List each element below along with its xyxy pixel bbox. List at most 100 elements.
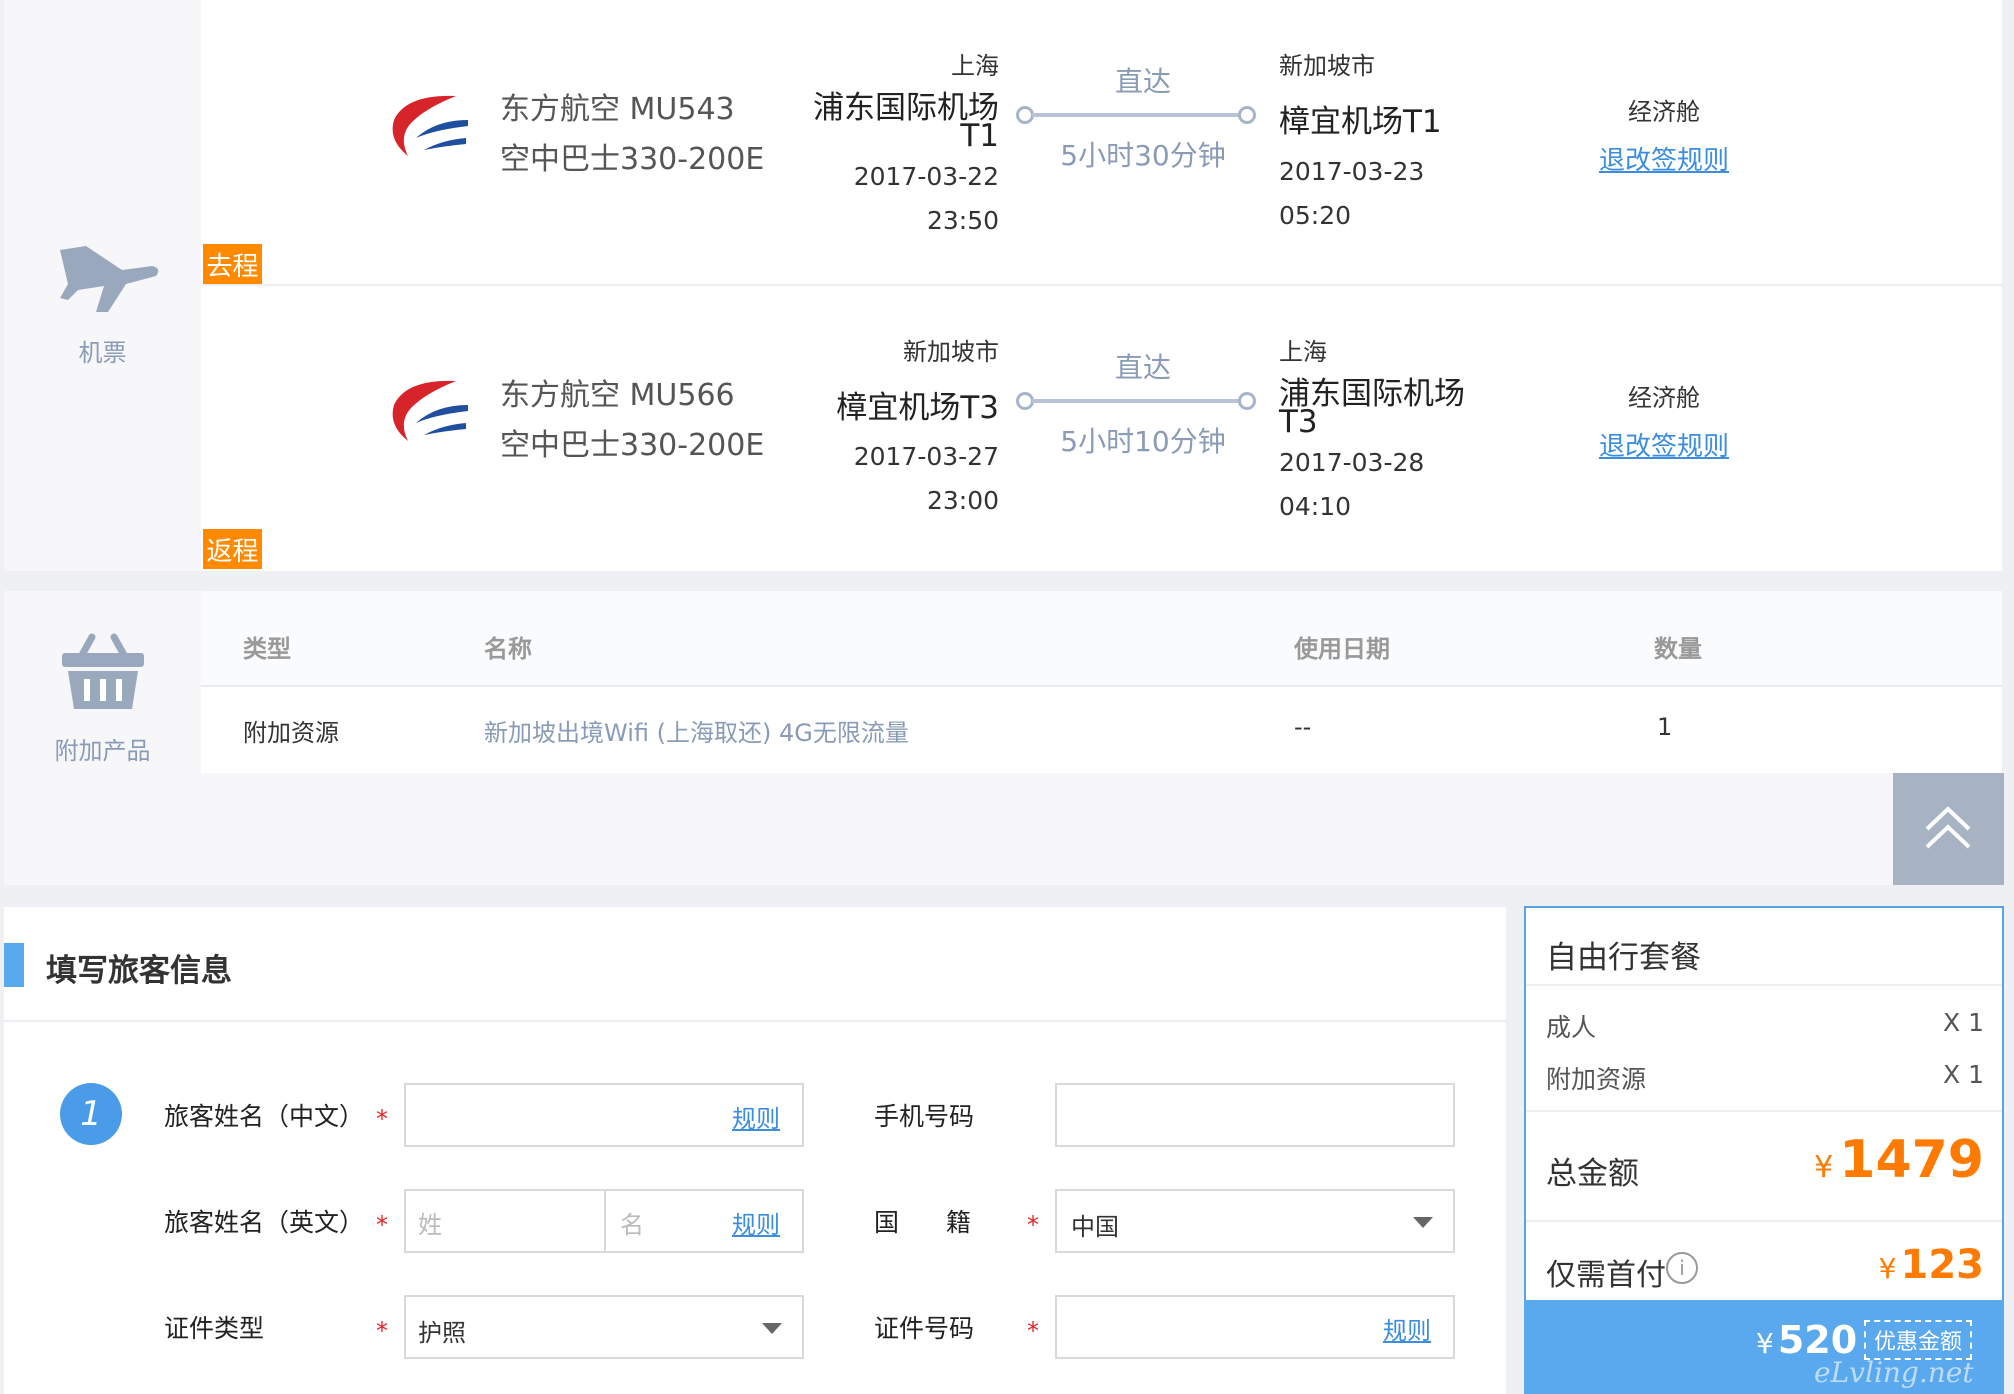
departure-date: 2017-03-27 bbox=[853, 442, 999, 471]
flights-sidebar: 机票 bbox=[4, 0, 201, 571]
summary-divider bbox=[1526, 984, 2002, 986]
addon-type: 附加资源 bbox=[243, 719, 339, 747]
addon-panel: 附加产品 类型 名称 使用日期 数量 附加资源 新加坡出境Wifi (上海取还)… bbox=[4, 591, 2002, 773]
refund-rules-link[interactable]: 退改签规则 bbox=[1560, 140, 1768, 177]
back-to-top-button[interactable] bbox=[1893, 773, 2004, 885]
given-name-placeholder: 名 bbox=[620, 1211, 644, 1239]
col-qty: 数量 bbox=[1654, 635, 1702, 663]
route-end-dot bbox=[1238, 392, 1256, 410]
traveler-index-badge: 1 bbox=[60, 1083, 122, 1145]
flight-duration: 5小时10分钟 bbox=[1060, 425, 1226, 458]
double-chevron-up-icon bbox=[1925, 806, 1971, 849]
phone-label: 手机号码 bbox=[874, 1102, 975, 1131]
given-name-input[interactable]: 名 规则 bbox=[604, 1189, 804, 1253]
flight-duration: 5小时30分钟 bbox=[1060, 139, 1226, 172]
id-number-rule-link[interactable]: 规则 bbox=[1383, 1311, 1431, 1346]
arrival-time: 04:10 bbox=[1279, 492, 1352, 521]
required-mark: * bbox=[376, 1317, 388, 1345]
id-type-value: 护照 bbox=[418, 1319, 466, 1347]
info-icon[interactable]: i bbox=[1666, 1252, 1698, 1284]
arrival-time: 05:20 bbox=[1279, 201, 1352, 230]
chevron-down-icon bbox=[1413, 1217, 1433, 1228]
departure-terminal: T1 bbox=[960, 118, 999, 154]
addon-qty: 1 bbox=[1657, 713, 1673, 741]
departure-time: 23:50 bbox=[926, 206, 999, 235]
arrival-date: 2017-03-23 bbox=[1279, 157, 1425, 186]
required-mark: * bbox=[1027, 1317, 1039, 1345]
leg-divider bbox=[201, 284, 2002, 286]
addon-label: 附加产品 bbox=[54, 737, 151, 765]
stop-type: 直达 bbox=[1114, 65, 1171, 98]
total-value: 1479 bbox=[1839, 1130, 1984, 1190]
china-eastern-logo-icon bbox=[392, 380, 468, 441]
surname-input[interactable]: 姓 bbox=[404, 1189, 606, 1253]
outbound-tag: 去程 bbox=[203, 244, 262, 284]
phone-input[interactable] bbox=[1055, 1083, 1455, 1147]
flights-label: 机票 bbox=[78, 339, 127, 367]
return-tag: 返程 bbox=[203, 529, 262, 569]
china-eastern-logo-icon bbox=[392, 95, 468, 156]
form-title: 填写旅客信息 bbox=[46, 953, 232, 989]
currency-symbol: ¥ bbox=[1878, 1252, 1897, 1285]
col-name: 名称 bbox=[484, 635, 532, 663]
traveler-form: 填写旅客信息 1 旅客姓名（中文） * 规则 手机号码 旅客姓名（英文） * 姓… bbox=[4, 907, 1506, 1394]
name-en-label: 旅客姓名（英文） bbox=[164, 1208, 365, 1237]
id-type-label: 证件类型 bbox=[164, 1314, 265, 1343]
name-en-rule-link[interactable]: 规则 bbox=[732, 1205, 780, 1240]
required-mark: * bbox=[1027, 1211, 1039, 1239]
basket-icon bbox=[62, 633, 144, 709]
currency-symbol: ¥ bbox=[1814, 1150, 1834, 1185]
id-type-select[interactable]: 护照 bbox=[404, 1295, 804, 1359]
currency-symbol: ¥ bbox=[1756, 1327, 1774, 1360]
adult-qty: X 1 bbox=[1943, 1008, 1984, 1037]
flights-panel: 机票 去程 东方航空 MU543 空中巴士330-200E 上海 浦东国际机场 … bbox=[4, 0, 2002, 571]
surname-placeholder: 姓 bbox=[418, 1211, 442, 1239]
arrival-terminal: T3 bbox=[1279, 404, 1318, 440]
summary-divider bbox=[1526, 1110, 2002, 1112]
arrival-date: 2017-03-28 bbox=[1279, 448, 1425, 477]
summary-divider bbox=[1526, 1220, 2002, 1222]
departure-city: 新加坡市 bbox=[903, 338, 999, 366]
airplane-icon bbox=[60, 246, 159, 312]
stop-type: 直达 bbox=[1114, 351, 1171, 384]
route-line bbox=[1032, 113, 1242, 117]
aircraft-type: 空中巴士330-200E bbox=[500, 142, 765, 177]
nationality-value: 中国 bbox=[1071, 1213, 1119, 1241]
id-number-input[interactable]: 规则 bbox=[1055, 1295, 1455, 1359]
deposit-value: 123 bbox=[1900, 1242, 1985, 1288]
refund-rules-link[interactable]: 退改签规则 bbox=[1560, 426, 1768, 463]
col-type: 类型 bbox=[243, 635, 291, 663]
addon-table-header bbox=[201, 591, 2002, 687]
aircraft-type: 空中巴士330-200E bbox=[500, 428, 765, 463]
addon-sidebar: 附加产品 bbox=[4, 591, 201, 773]
route-end-dot bbox=[1238, 106, 1256, 124]
required-mark: * bbox=[376, 1211, 388, 1239]
addon-name[interactable]: 新加坡出境Wifi (上海取还) 4G无限流量 bbox=[484, 713, 909, 748]
addon-date: -- bbox=[1294, 713, 1312, 741]
nationality-select[interactable]: 中国 bbox=[1055, 1189, 1455, 1253]
required-mark: * bbox=[376, 1105, 388, 1133]
id-number-label: 证件号码 bbox=[874, 1314, 975, 1343]
arrival-airport: 樟宜机场T1 bbox=[1279, 104, 1442, 140]
nationality-label-a: 国 bbox=[874, 1208, 900, 1237]
departure-time: 23:00 bbox=[926, 486, 999, 515]
total-label: 总金额 bbox=[1546, 1156, 1639, 1192]
cabin-class: 经济舱 bbox=[1628, 98, 1700, 126]
name-cn-input[interactable]: 规则 bbox=[404, 1083, 804, 1147]
addon-resource-qty: X 1 bbox=[1943, 1060, 1984, 1089]
chevron-down-icon bbox=[762, 1323, 782, 1334]
deposit-amount: ¥ 123 bbox=[1879, 1242, 1984, 1288]
col-date: 使用日期 bbox=[1294, 635, 1390, 663]
name-cn-label: 旅客姓名（中文） bbox=[164, 1102, 365, 1131]
name-cn-rule-link[interactable]: 规则 bbox=[732, 1099, 780, 1134]
departure-airport: 樟宜机场T3 bbox=[836, 390, 999, 426]
arrival-city: 新加坡市 bbox=[1279, 52, 1375, 80]
discount-label: 优惠金额 bbox=[1864, 1320, 1973, 1360]
watermark: eLvling.net bbox=[1814, 1356, 1974, 1389]
adult-label: 成人 bbox=[1546, 1013, 1597, 1042]
discount-bar: ¥ 520 优惠金额 eLvling.net bbox=[1524, 1300, 2004, 1394]
departure-date: 2017-03-22 bbox=[853, 162, 999, 191]
title-accent-bar bbox=[4, 943, 24, 987]
deposit-label: 仅需首付 bbox=[1546, 1258, 1666, 1293]
airline-flight-number: 东方航空 MU543 bbox=[500, 92, 735, 127]
